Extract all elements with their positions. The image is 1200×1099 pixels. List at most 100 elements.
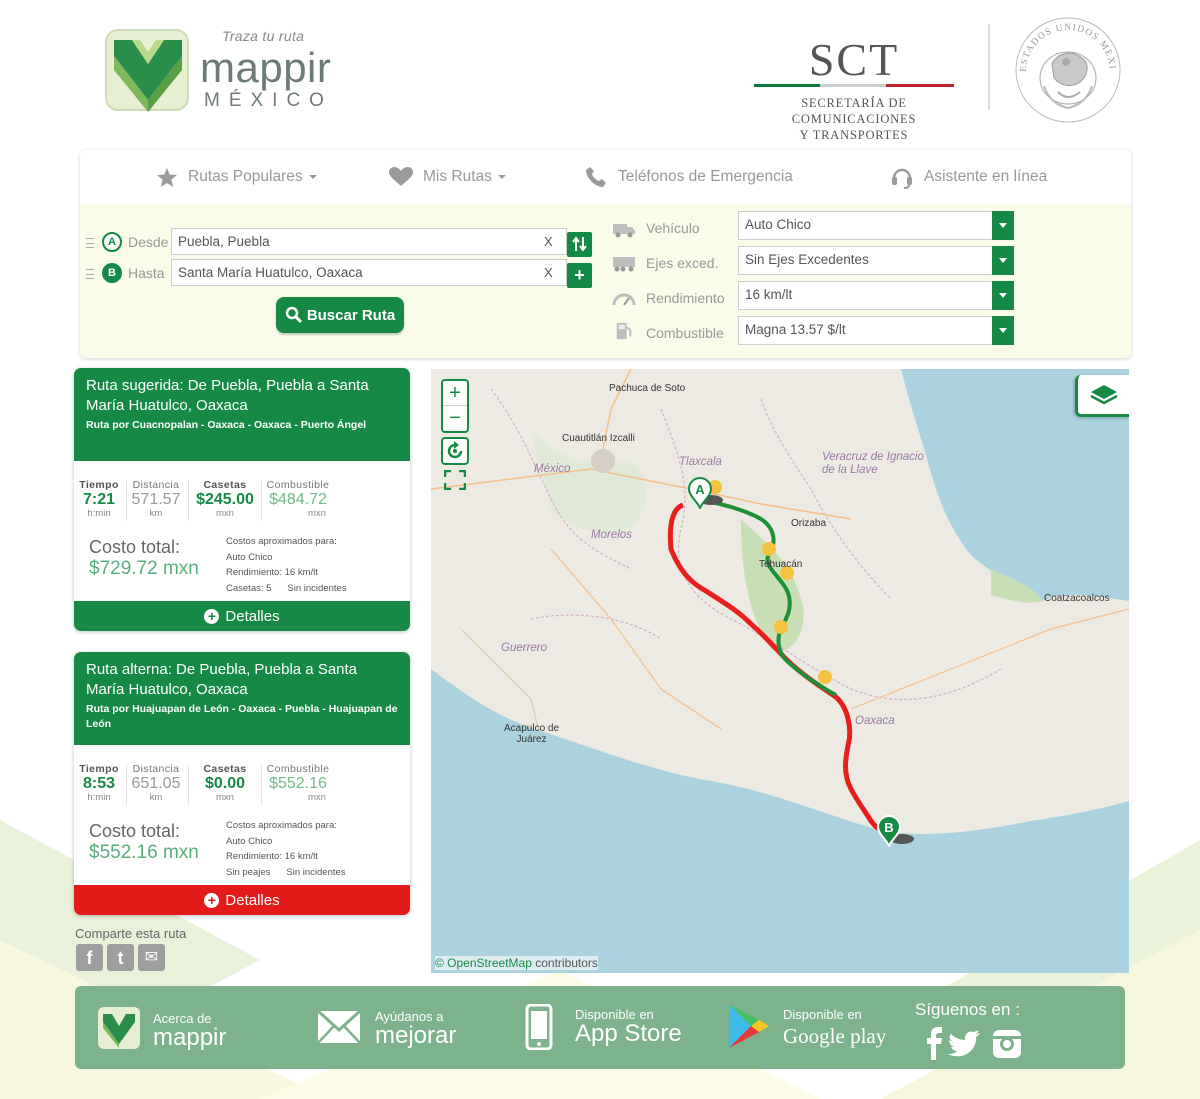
map-label-guerrero: Guerrero (501, 642, 548, 654)
nav-asistente[interactable]: Asistente en línea (890, 165, 1047, 189)
performance-select[interactable]: 16 km/lt (738, 281, 1014, 310)
stat-tiempo: Tiempo 8:53 h:min (78, 763, 120, 803)
drag-handle-icon[interactable] (86, 269, 94, 279)
site-header: Traza tu ruta mappir MÉXICO SCT SECRETAR… (0, 0, 1200, 150)
axles-select[interactable]: Sin Ejes Excedentes (738, 246, 1014, 275)
social-icons (927, 1027, 1021, 1060)
note-heading: Costos aproximados para: (226, 820, 337, 831)
map-label-veracruz: Veracruz de Ignacio de la Llave (822, 451, 924, 476)
footer-acerca-big: mappir (153, 1024, 227, 1051)
stat-distancia: Distancia 571.57 km (130, 479, 182, 519)
stat-combustible-unit: mxn (308, 792, 326, 803)
fuel-select-value: Magna 13.57 $/lt (745, 322, 846, 337)
facebook-icon[interactable]: f (76, 944, 103, 971)
note-tolls: Casetas: 5 (226, 582, 272, 594)
footer-google-play[interactable]: Disponible en Google play (727, 1002, 907, 1052)
stat-distancia-label: Distancia (132, 479, 180, 491)
search-icon (285, 306, 302, 324)
details-label: Detalles (225, 891, 280, 909)
fuel-select[interactable]: Magna 13.57 $/lt (738, 316, 1014, 345)
plus-circle-icon: + (204, 892, 220, 908)
vehicle-select[interactable]: Auto Chico (738, 211, 1014, 240)
facebook-icon[interactable] (927, 1027, 942, 1060)
layers-button[interactable] (1075, 375, 1129, 417)
instagram-icon[interactable] (993, 1030, 1021, 1058)
details-button[interactable]: + Detalles (74, 885, 410, 915)
footer-app-store[interactable]: Disponible en App Store (525, 1004, 695, 1052)
chevron-down-icon (992, 211, 1014, 240)
nav-rutas-populares-label: Rutas Populares (188, 168, 303, 185)
to-input[interactable]: Santa María Huatulco, Oaxaca (171, 259, 567, 286)
marker-b-icon[interactable]: B (876, 815, 902, 847)
search-route-button[interactable]: Buscar Ruta (276, 297, 404, 333)
marker-b-label: B (884, 820, 893, 835)
zoom-control: + − (441, 379, 469, 433)
share-label: Comparte esta ruta (75, 926, 187, 941)
details-button[interactable]: + Detalles (74, 601, 410, 631)
route-card-alternate[interactable]: Ruta alterna: De Puebla, Puebla a Santa … (74, 652, 410, 915)
sct-logo[interactable]: SCT SECRETARÍA DE COMUNICACIONES Y TRANS… (750, 36, 958, 144)
clear-from-button[interactable]: X (544, 234, 553, 249)
drag-handle-icon[interactable] (86, 238, 94, 248)
route-title: Ruta alterna: De Puebla, Puebla a Santa … (86, 661, 358, 698)
logo-wordmark: mappir (200, 44, 332, 91)
map-label-cuautitlan: Cuautitlán Izcalli (562, 433, 635, 444)
twitter-icon[interactable]: t (107, 944, 134, 971)
route-search-panel: Rutas Populares Mis Rutas Teléfonos de E… (80, 150, 1131, 358)
stat-distancia-unit: km (149, 508, 163, 519)
note-performance: Rendimiento: 16 km/lt (226, 567, 318, 578)
from-input[interactable]: Puebla, Puebla (171, 228, 567, 255)
stat-combustible-value: $552.16 (269, 775, 327, 792)
nav-rutas-populares[interactable]: Rutas Populares (156, 165, 317, 189)
search-route-label: Buscar Ruta (306, 306, 396, 324)
route-card-header: Ruta alterna: De Puebla, Puebla a Santa … (74, 652, 410, 745)
nav-telefonos[interactable]: Teléfonos de Emergencia (584, 165, 793, 189)
zoom-in-button[interactable]: + (443, 381, 467, 406)
logo-country: MÉXICO (204, 90, 333, 111)
clear-to-button[interactable]: X (544, 265, 553, 280)
twitter-icon[interactable] (948, 1030, 980, 1057)
footer-acerca[interactable]: Acerca de mappir (97, 1006, 267, 1052)
stat-combustible: Combustible $484.72 mxn (264, 479, 332, 519)
map-label-mexico: México (534, 463, 571, 475)
note-vehicle: Auto Chico (226, 551, 273, 563)
stat-combustible-label: Combustible (266, 479, 330, 491)
headset-icon (892, 168, 912, 189)
map-canvas (431, 369, 1129, 973)
vehicle-label: Vehículo (646, 220, 700, 236)
route-card-suggested[interactable]: Ruta sugerida: De Puebla, Puebla a Santa… (74, 368, 410, 631)
total-cost-value: $729.72 mxn (89, 558, 199, 579)
marker-a-icon[interactable]: A (687, 477, 713, 509)
smartphone-icon (525, 1004, 553, 1050)
footer-gplay-big: Google play (783, 1024, 887, 1048)
footer-ayudanos-big: mejorar (375, 1022, 457, 1049)
mappir-logo[interactable]: Traza tu ruta mappir MÉXICO (104, 26, 340, 116)
map-attribution: © OpenStreetMap contributors (435, 956, 598, 970)
fullscreen-icon (444, 470, 466, 490)
add-stop-button[interactable]: + (567, 263, 592, 288)
osm-link[interactable]: © OpenStreetMap (435, 956, 532, 970)
footer-ayudanos[interactable]: Ayúdanos a mejorar (317, 1006, 477, 1052)
route-map[interactable]: Pachuca de Soto Cuautitlán Izcalli Tlaxc… (431, 369, 1129, 973)
email-icon[interactable]: ✉ (138, 944, 165, 971)
star-icon (157, 167, 177, 187)
note-tolls-row: Sin peajes Sin incidentes (226, 865, 346, 881)
locate-button[interactable] (441, 437, 469, 465)
fullscreen-button[interactable] (441, 467, 469, 493)
sct-subtitle-2: COMUNICACIONES (791, 112, 917, 126)
stat-tiempo-label: Tiempo (79, 479, 119, 491)
zoom-out-button[interactable]: − (443, 406, 467, 431)
stat-tiempo-unit: h:min (87, 792, 111, 803)
logo-tagline: Traza tu ruta (222, 28, 305, 44)
nav-mis-rutas[interactable]: Mis Rutas (389, 165, 506, 189)
map-label-acapulco-1: Acapulco de (504, 723, 560, 734)
map-label-tlaxcala: Tlaxcala (679, 456, 722, 468)
top-nav: Rutas Populares Mis Rutas Teléfonos de E… (80, 150, 1131, 204)
stat-tiempo-unit: h:min (87, 508, 111, 519)
stat-casetas: Casetas $0.00 mxn (194, 763, 256, 803)
swap-button[interactable] (567, 232, 592, 257)
axles-select-value: Sin Ejes Excedentes (745, 252, 869, 267)
swap-arrows-icon (572, 236, 587, 252)
map-label-orizaba: Orizaba (791, 518, 827, 529)
total-cost-value: $552.16 mxn (89, 842, 199, 863)
